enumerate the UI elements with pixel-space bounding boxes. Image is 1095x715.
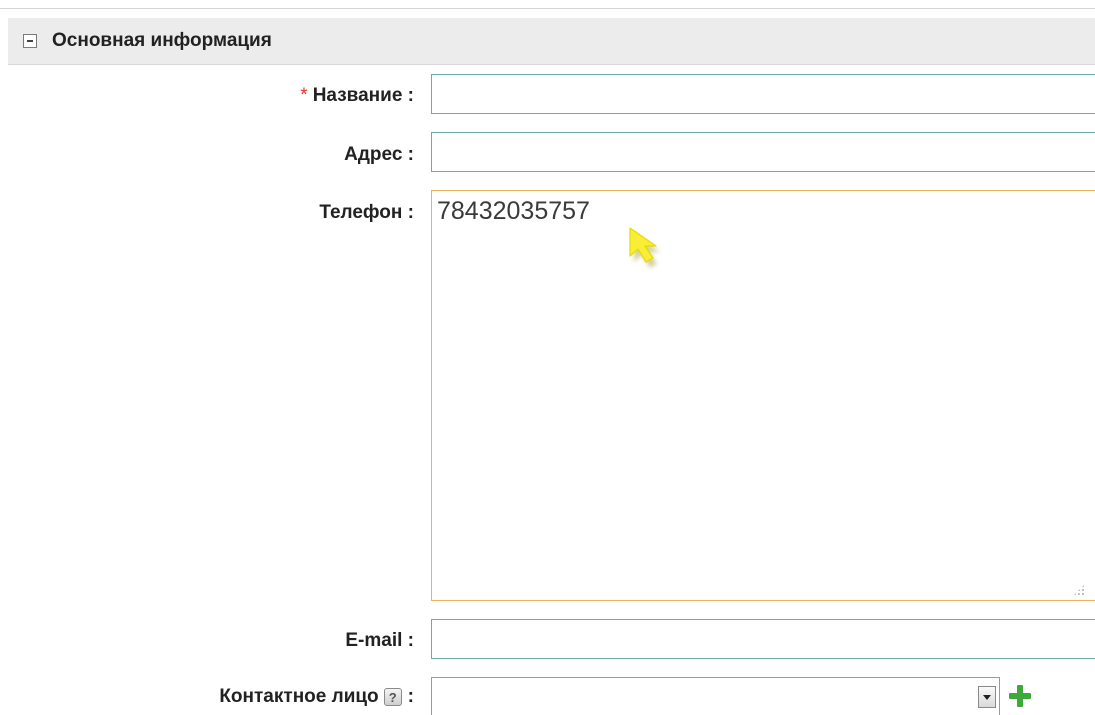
email-input[interactable]	[431, 619, 1095, 659]
section-header[interactable]: Основная информация	[8, 18, 1095, 65]
contact-select[interactable]	[431, 677, 1000, 715]
help-icon[interactable]: ?	[383, 688, 402, 706]
contact-label-text: Контактное лицо	[219, 686, 379, 707]
plus-icon-vertical	[1017, 685, 1023, 707]
required-mark: *	[300, 85, 308, 106]
email-label: E-mail :	[345, 630, 414, 652]
form-page: Основная информация * Название : Адрес :…	[0, 0, 1095, 715]
phone-label-text: Телефон :	[319, 202, 414, 223]
phone-textarea[interactable]: 78432035757	[431, 190, 1095, 601]
section-title: Основная информация	[52, 30, 272, 51]
contact-label-suffix: :	[407, 686, 414, 707]
contact-label: Контактное лицо ? :	[219, 686, 414, 708]
address-input[interactable]	[431, 132, 1095, 172]
name-label-text: Название :	[312, 85, 414, 106]
name-input[interactable]	[431, 74, 1095, 114]
email-label-text: E-mail :	[345, 630, 414, 651]
chevron-down-icon[interactable]	[978, 686, 996, 708]
address-label-text: Адрес :	[344, 144, 414, 165]
address-label: Адрес :	[344, 144, 414, 166]
collapse-icon[interactable]	[23, 34, 37, 48]
add-contact-button[interactable]	[1009, 685, 1031, 707]
name-label: * Название :	[300, 85, 414, 107]
minus-icon	[27, 40, 33, 42]
phone-label: Телефон :	[319, 202, 414, 224]
top-divider	[0, 0, 1095, 9]
